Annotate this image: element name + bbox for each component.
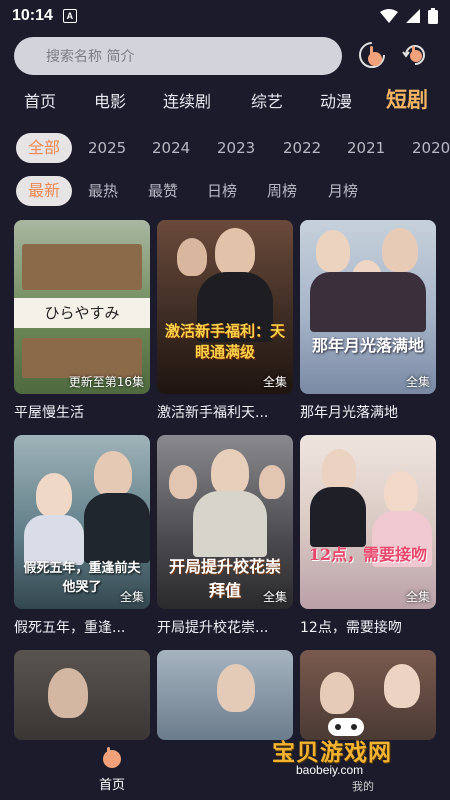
year-chip-2021[interactable]: 2021 (347, 133, 385, 163)
tab-short-drama[interactable]: 短剧 (386, 84, 428, 114)
battery-icon (428, 8, 438, 24)
status-time: 10:14 (12, 7, 53, 24)
drama-title: 激活新手福利天... (157, 405, 269, 421)
drama-title: 假死五年，重逢... (14, 620, 126, 636)
tab-series[interactable]: 连续剧 (163, 88, 211, 112)
episode-badge: 全集 (262, 375, 287, 389)
drama-title: 开局提升校花崇... (157, 620, 269, 636)
drama-card[interactable]: 激活新手福利：天眼通满级 全集 激活新手福利天... (157, 220, 293, 422)
episode-badge: 全集 (119, 590, 144, 604)
drama-title: 那年月光落满地 (300, 405, 398, 421)
drama-card[interactable]: 假死五年，重逢前夫他哭了 全集 假死五年，重逢... (14, 435, 150, 637)
year-chip-all[interactable]: 全部 (16, 133, 73, 163)
drama-poster[interactable]: 激活新手福利：天眼通满级 全集 (157, 220, 293, 394)
drama-poster[interactable] (157, 650, 293, 740)
tab-home[interactable]: 首页 (24, 88, 56, 112)
watermark-logo: 宝贝游戏网 (272, 740, 392, 766)
drama-card[interactable]: 12点，需要接吻 全集 12点，需要接吻 (300, 435, 436, 637)
sort-chip-monthly[interactable]: 月榜 (328, 176, 358, 206)
sort-chip-weekly[interactable]: 周榜 (267, 176, 297, 206)
sort-chip-daily[interactable]: 日榜 (207, 176, 237, 206)
drama-poster[interactable]: 那年月光落满地 全集 (300, 220, 436, 394)
bottom-home-label: 首页 (98, 778, 125, 793)
notification-a-icon: A (62, 9, 77, 23)
poster-art-text: 那年月光落满地 (311, 336, 424, 355)
drama-poster[interactable]: 12点，需要接吻 全集 (300, 435, 436, 609)
drama-poster[interactable] (14, 650, 150, 740)
watermark-url: baobeiy.com (296, 763, 364, 777)
watermark-small-text: 我的 (352, 780, 374, 793)
episode-badge: 全集 (405, 375, 430, 389)
drama-card[interactable]: ひらやすみ 更新至第16集 平屋慢生活 (14, 220, 150, 422)
year-chip-2020[interactable]: 2020 (412, 133, 450, 163)
sort-chip-hottest[interactable]: 最热 (88, 176, 118, 206)
year-chip-2022[interactable]: 2022 (283, 133, 321, 163)
search-placeholder: 搜索名称 简介 (46, 49, 135, 65)
sort-filter: 最新 最热 最赞 日榜 周榜 月榜 (0, 176, 450, 208)
sort-chip-latest[interactable]: 最新 (16, 176, 73, 206)
status-icons (380, 8, 438, 24)
drama-poster[interactable]: ひらやすみ 更新至第16集 (14, 220, 150, 394)
tab-variety[interactable]: 综艺 (251, 88, 283, 112)
home-hand-icon (103, 747, 121, 768)
drama-title: 12点，需要接吻 (300, 620, 402, 636)
status-bar: 10:14 A (0, 0, 450, 32)
drama-card[interactable]: 开局提升校花崇拜值 全集 开局提升校花崇... (157, 435, 293, 637)
history-hand-icon[interactable] (357, 40, 387, 70)
episode-badge: 全集 (262, 590, 287, 604)
search-input[interactable]: 搜索名称 简介 (14, 37, 342, 75)
poster-art-text: ひらやすみ (44, 304, 120, 322)
wifi-icon (380, 9, 398, 23)
category-tabs: 首页 电影 连续剧 综艺 动漫 短剧 (0, 82, 450, 118)
refresh-hand-icon[interactable] (400, 40, 430, 70)
year-chip-2024[interactable]: 2024 (152, 133, 190, 163)
tab-movie[interactable]: 电影 (94, 88, 126, 112)
drama-card[interactable] (14, 650, 150, 740)
poster-art-text: 激活新手福利：天眼通满级 (165, 322, 286, 361)
sort-chip-most-liked[interactable]: 最赞 (148, 176, 178, 206)
drama-poster[interactable]: 假死五年，重逢前夫他哭了 全集 (14, 435, 150, 609)
signal-icon (406, 9, 420, 23)
episode-badge: 全集 (405, 590, 430, 604)
year-filter: 全部 2025 2024 2023 2022 2021 2020 (0, 133, 450, 165)
drama-poster[interactable]: 开局提升校花崇拜值 全集 (157, 435, 293, 609)
tab-anime[interactable]: 动漫 (320, 88, 352, 112)
drama-card[interactable]: 那年月光落满地 全集 那年月光落满地 (300, 220, 436, 422)
drama-card[interactable] (300, 650, 436, 740)
drama-card[interactable] (157, 650, 293, 740)
year-chip-2025[interactable]: 2025 (88, 133, 126, 163)
episode-badge: 更新至第16集 (68, 375, 144, 389)
poster-art-text: 12点，需要接吻 (308, 545, 428, 564)
drama-poster[interactable] (300, 650, 436, 740)
drama-title: 平屋慢生活 (14, 405, 84, 421)
year-chip-2023[interactable]: 2023 (217, 133, 255, 163)
bottom-home-button[interactable]: 首页 (88, 746, 136, 793)
